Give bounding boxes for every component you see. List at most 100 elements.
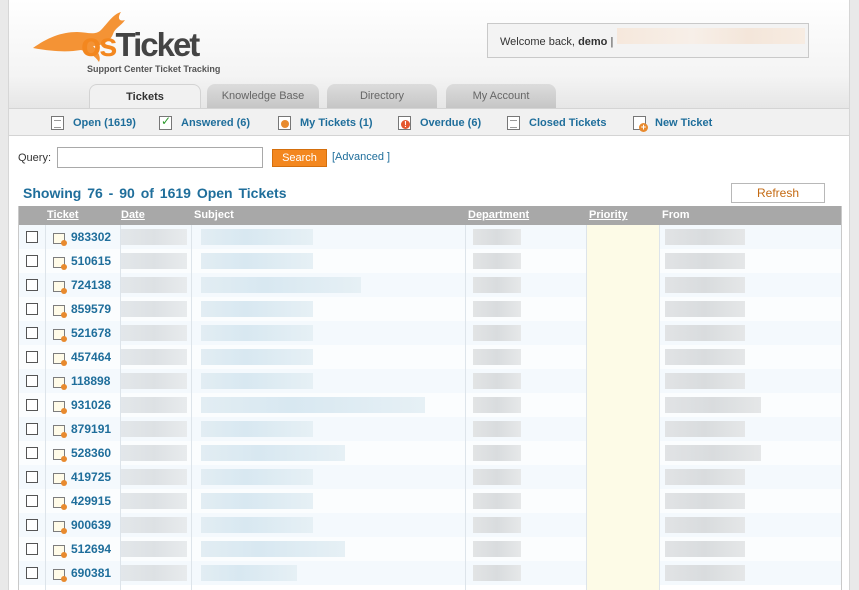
redacted-email — [617, 28, 805, 44]
tab-knowledge-base[interactable]: Knowledge Base — [207, 84, 319, 108]
redacted-subject[interactable] — [201, 421, 313, 437]
redacted-department — [473, 469, 521, 485]
redacted-subject[interactable] — [201, 541, 345, 557]
redacted-subject[interactable] — [201, 445, 345, 461]
tab-tickets[interactable]: Tickets — [89, 84, 201, 109]
row-checkbox[interactable] — [26, 231, 38, 243]
table-row[interactable]: 690381 — [19, 561, 842, 585]
redacted-subject[interactable] — [201, 517, 313, 533]
redacted-date — [121, 469, 187, 485]
ticket-number-link[interactable]: 429915 — [71, 494, 111, 508]
nav-overdue[interactable]: Overdue (6) — [398, 115, 481, 131]
redacted-subject[interactable] — [201, 565, 297, 581]
ticket-number-link[interactable]: 512694 — [71, 542, 111, 556]
ticket-number-link[interactable]: 510615 — [71, 254, 111, 268]
nav-new-ticket[interactable]: New Ticket — [633, 115, 712, 131]
nav-my-tickets[interactable]: My Tickets (1) — [278, 115, 373, 131]
user-ticket-icon — [278, 116, 291, 130]
redacted-subject[interactable] — [201, 229, 313, 245]
row-checkbox[interactable] — [26, 375, 38, 387]
ticket-number-link[interactable]: 879191 — [71, 422, 111, 436]
ticket-number-link[interactable]: 528360 — [71, 446, 111, 460]
table-row[interactable]: 859579 — [19, 297, 842, 321]
table-row[interactable]: 512694 — [19, 537, 842, 561]
ticket-icon — [53, 257, 65, 268]
row-checkbox[interactable] — [26, 327, 38, 339]
refresh-button[interactable]: Refresh — [731, 183, 825, 203]
ticket-number-link[interactable]: 521678 — [71, 326, 111, 340]
nav-open[interactable]: Open (1619) — [51, 115, 136, 131]
ticket-number-link[interactable]: 724138 — [71, 278, 111, 292]
document-icon — [507, 116, 520, 130]
ticket-number-link[interactable]: 931026 — [71, 398, 111, 412]
row-checkbox[interactable] — [26, 351, 38, 363]
query-label: Query: — [18, 152, 51, 164]
table-row[interactable]: 879191 — [19, 417, 842, 441]
nav-my-tickets-label: My Tickets (1) — [300, 117, 373, 129]
redacted-subject[interactable] — [201, 373, 313, 389]
ticket-number-link[interactable]: 859579 — [71, 302, 111, 316]
ticket-icon — [53, 545, 65, 556]
ticket-number-link[interactable]: 690381 — [71, 566, 111, 580]
column-date[interactable]: Date — [121, 209, 145, 221]
table-row[interactable]: 510615 — [19, 249, 842, 273]
table-row[interactable]: 528360 — [19, 441, 842, 465]
nav-answered[interactable]: Answered (6) — [159, 115, 250, 131]
tab-my-account[interactable]: My Account — [446, 84, 556, 108]
row-checkbox[interactable] — [26, 567, 38, 579]
header: osTicket Support Center Ticket Tracking … — [9, 0, 849, 108]
table-row[interactable]: 983302 — [19, 225, 842, 249]
row-checkbox[interactable] — [26, 471, 38, 483]
column-ticket[interactable]: Ticket — [47, 209, 79, 221]
row-checkbox[interactable] — [26, 255, 38, 267]
row-checkbox[interactable] — [26, 423, 38, 435]
ticket-icon — [53, 473, 65, 484]
ticket-number-link[interactable]: 900639 — [71, 518, 111, 532]
advanced-search-link[interactable]: [Advanced ] — [332, 151, 390, 163]
redacted-from — [665, 277, 745, 293]
ticket-number-link[interactable]: 457464 — [71, 350, 111, 364]
table-row[interactable]: 419725 — [19, 465, 842, 489]
ticket-icon — [53, 401, 65, 412]
table-row[interactable]: 118898 — [19, 369, 842, 393]
redacted-subject[interactable] — [201, 301, 313, 317]
ticket-icon — [53, 377, 65, 388]
ticket-icon — [53, 353, 65, 364]
redacted-subject[interactable] — [201, 349, 313, 365]
table-row[interactable]: 521678 — [19, 321, 842, 345]
redacted-from — [665, 229, 745, 245]
redacted-department — [473, 397, 521, 413]
tab-directory[interactable]: Directory — [327, 84, 437, 108]
row-checkbox[interactable] — [26, 399, 38, 411]
column-priority[interactable]: Priority — [589, 209, 628, 221]
logo[interactable]: osTicket Support Center Ticket Tracking — [29, 8, 229, 72]
nav-answered-label: Answered (6) — [181, 117, 250, 129]
query-input[interactable] — [57, 147, 263, 168]
redacted-subject[interactable] — [201, 493, 313, 509]
column-divider — [120, 225, 121, 590]
redacted-subject[interactable] — [201, 397, 425, 413]
table-row[interactable]: 931026 — [19, 393, 842, 417]
column-department[interactable]: Department — [468, 209, 529, 221]
redacted-subject[interactable] — [201, 469, 313, 485]
ticket-number-link[interactable]: 983302 — [71, 230, 111, 244]
row-checkbox[interactable] — [26, 519, 38, 531]
nav-open-label: Open (1619) — [73, 117, 136, 129]
row-checkbox[interactable] — [26, 279, 38, 291]
nav-closed-tickets[interactable]: Closed Tickets — [507, 115, 606, 131]
redacted-from — [665, 349, 745, 365]
row-checkbox[interactable] — [26, 303, 38, 315]
row-checkbox[interactable] — [26, 543, 38, 555]
redacted-subject[interactable] — [201, 325, 313, 341]
table-row[interactable]: 724138 — [19, 273, 842, 297]
redacted-subject[interactable] — [201, 253, 313, 269]
search-button[interactable]: Search — [272, 149, 327, 167]
ticket-number-link[interactable]: 419725 — [71, 470, 111, 484]
table-row[interactable]: 457464 — [19, 345, 842, 369]
redacted-subject[interactable] — [201, 277, 361, 293]
row-checkbox[interactable] — [26, 447, 38, 459]
ticket-number-link[interactable]: 118898 — [71, 374, 110, 388]
table-row[interactable]: 900639 — [19, 513, 842, 537]
row-checkbox[interactable] — [26, 495, 38, 507]
table-row[interactable]: 429915 — [19, 489, 842, 513]
